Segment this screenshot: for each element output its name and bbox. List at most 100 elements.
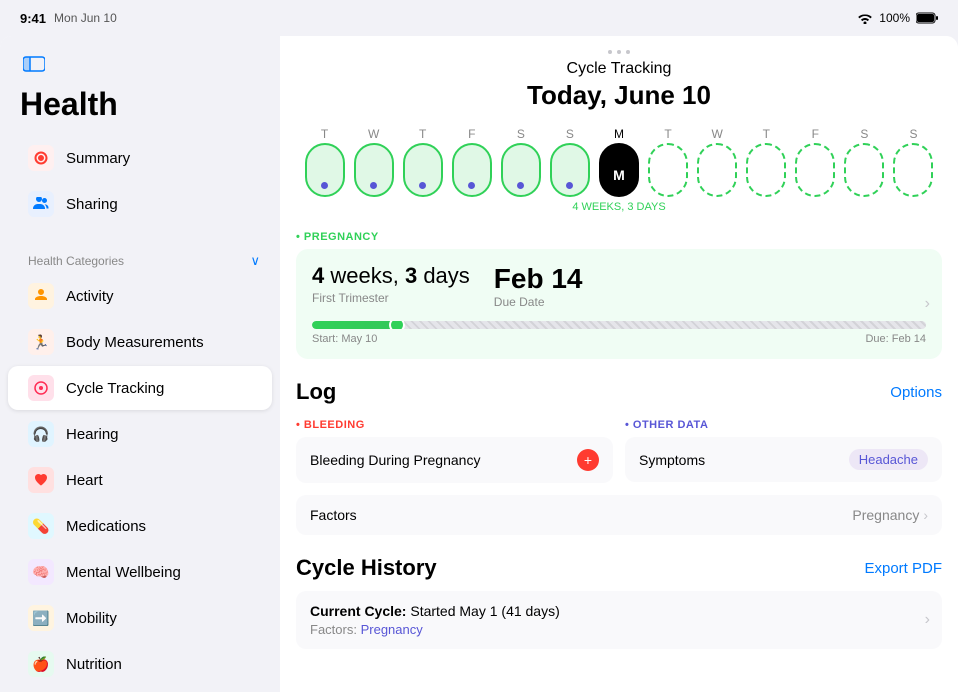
log-options-button[interactable]: Options bbox=[890, 384, 942, 401]
cycle-label: Cycle Tracking bbox=[66, 380, 164, 397]
cal-bubble-11 bbox=[795, 143, 835, 197]
cal-day-6[interactable]: S bbox=[547, 127, 592, 197]
cycle-current-label: Current Cycle: bbox=[310, 603, 406, 619]
cal-day-9[interactable]: W bbox=[695, 127, 740, 197]
progress-bar-fill bbox=[312, 321, 404, 329]
sidebar-item-mobility[interactable]: ➡️ Mobility bbox=[8, 596, 272, 640]
preg-trimester: First Trimester bbox=[312, 291, 470, 305]
cal-day-today[interactable]: M M ▼ bbox=[596, 127, 641, 197]
sidebar-item-mental-wellbeing[interactable]: 🧠 Mental Wellbeing bbox=[8, 550, 272, 594]
bleeding-add-button[interactable]: + bbox=[577, 449, 599, 471]
status-right: 100% bbox=[857, 11, 938, 25]
cal-day-13[interactable]: S bbox=[891, 127, 936, 197]
sidebar-item-summary[interactable]: Summary bbox=[8, 136, 272, 180]
preg-weeks-num: 4 bbox=[312, 263, 324, 288]
battery-level: 100% bbox=[879, 11, 910, 25]
cal-letter-6: S bbox=[566, 127, 574, 141]
mobility-label: Mobility bbox=[66, 610, 117, 627]
cycle-history-item[interactable]: › Current Cycle: Started May 1 (41 days)… bbox=[296, 591, 942, 649]
dot-2 bbox=[617, 50, 621, 54]
cal-dot-2 bbox=[370, 182, 377, 189]
cal-letter-12: S bbox=[860, 127, 868, 141]
preg-top: 4 weeks, 3 days First Trimester Feb 14 D… bbox=[312, 263, 926, 309]
cal-letter-1: T bbox=[321, 127, 328, 141]
cal-day-3[interactable]: T bbox=[400, 127, 445, 197]
body-icon: 🏃 bbox=[28, 329, 54, 355]
cal-bubble-1 bbox=[305, 143, 345, 197]
sidebar-item-cycle-tracking[interactable]: Cycle Tracking bbox=[8, 366, 272, 410]
cal-day-8[interactable]: T bbox=[646, 127, 691, 197]
cycle-factors-label: Factors: bbox=[310, 622, 357, 637]
cal-letter-5: S bbox=[517, 127, 525, 141]
sidebar-item-nutrition[interactable]: 🍎 Nutrition bbox=[8, 642, 272, 686]
cal-letter-8: T bbox=[664, 127, 671, 141]
cycle-factors-value: Pregnancy bbox=[361, 622, 423, 637]
header-dots bbox=[300, 50, 938, 54]
sidebar-toggle-button[interactable] bbox=[20, 50, 48, 78]
mental-icon: 🧠 bbox=[28, 559, 54, 585]
cal-letter-3: T bbox=[419, 127, 426, 141]
pregnancy-tag: • PREGNANCY bbox=[296, 221, 942, 249]
cycle-current-detail: Started May 1 (41 days) bbox=[410, 603, 559, 619]
cal-dot-3 bbox=[419, 182, 426, 189]
cal-bubble-6 bbox=[550, 143, 590, 197]
sidebar-item-hearing[interactable]: 🎧 Hearing bbox=[8, 412, 272, 456]
cal-bubble-4 bbox=[452, 143, 492, 197]
page-title: Cycle Tracking bbox=[300, 60, 938, 78]
cal-day-5[interactable]: S bbox=[498, 127, 543, 197]
sidebar-item-sharing[interactable]: Sharing bbox=[8, 182, 272, 226]
cal-bubble-2 bbox=[354, 143, 394, 197]
symptom-value: Headache bbox=[849, 449, 928, 470]
progress-end: Due: Feb 14 bbox=[865, 333, 926, 345]
factors-row[interactable]: Factors Pregnancy › bbox=[296, 495, 942, 535]
cal-dot-6 bbox=[566, 182, 573, 189]
app-container: Health Summary Sharing Health Categories… bbox=[0, 36, 958, 692]
cal-day-12[interactable]: S bbox=[842, 127, 887, 197]
activity-label: Activity bbox=[66, 288, 114, 305]
cal-bubble-10 bbox=[746, 143, 786, 197]
today-m-label: M bbox=[613, 167, 625, 189]
other-tag: • OTHER DATA bbox=[625, 415, 942, 437]
progress-bar-bg bbox=[312, 321, 926, 329]
content-body: • PREGNANCY › 4 weeks, 3 days First Trim… bbox=[280, 221, 958, 649]
nutrition-label: Nutrition bbox=[66, 656, 122, 673]
cycle-icon bbox=[28, 375, 54, 401]
sidebar: Health Summary Sharing Health Categories… bbox=[0, 36, 280, 692]
sidebar-item-medications[interactable]: 💊 Medications bbox=[8, 504, 272, 548]
sidebar-item-heart[interactable]: Heart bbox=[8, 458, 272, 502]
sidebar-item-respiratory[interactable]: 🫁 Respiratory bbox=[8, 688, 272, 692]
symptoms-item[interactable]: Symptoms Headache bbox=[625, 437, 942, 482]
cal-bubble-12 bbox=[844, 143, 884, 197]
cal-day-2[interactable]: W bbox=[351, 127, 396, 197]
sidebar-item-activity[interactable]: Activity bbox=[8, 274, 272, 318]
sidebar-item-body-measurements[interactable]: 🏃 Body Measurements bbox=[8, 320, 272, 364]
preg-days-num: 3 bbox=[405, 263, 417, 288]
symptoms-item-label: Symptoms bbox=[639, 452, 705, 468]
cal-day-11[interactable]: F bbox=[793, 127, 838, 197]
bleeding-tag: • BLEEDING bbox=[296, 415, 613, 437]
preg-due-label: Due Date bbox=[494, 295, 583, 309]
categories-chevron: ∨ bbox=[250, 253, 260, 269]
cal-dot-4 bbox=[468, 182, 475, 189]
cal-day-4[interactable]: F bbox=[449, 127, 494, 197]
cal-bubble-13 bbox=[893, 143, 933, 197]
cal-day-10[interactable]: T bbox=[744, 127, 789, 197]
log-bleeding-col: • BLEEDING Bleeding During Pregnancy + bbox=[296, 415, 613, 483]
progress-start: Start: May 10 bbox=[312, 333, 377, 345]
cycle-current-text: Current Cycle: Started May 1 (41 days) bbox=[310, 603, 928, 619]
sidebar-top bbox=[0, 36, 280, 86]
dot-3 bbox=[626, 50, 630, 54]
progress-bar-wrap: Start: May 10 Due: Feb 14 bbox=[312, 321, 926, 345]
summary-icon bbox=[28, 145, 54, 171]
factors-label: Factors bbox=[310, 507, 357, 523]
bleeding-item[interactable]: Bleeding During Pregnancy + bbox=[296, 437, 613, 483]
medications-icon: 💊 bbox=[28, 513, 54, 539]
cal-day-1[interactable]: T bbox=[302, 127, 347, 197]
hearing-label: Hearing bbox=[66, 426, 119, 443]
pregnancy-card[interactable]: › 4 weeks, 3 days First Trimester Feb 14… bbox=[296, 249, 942, 359]
status-time: 9:41 bbox=[20, 11, 46, 26]
categories-header: Health Categories ∨ bbox=[0, 239, 280, 273]
date-title: Today, June 10 bbox=[300, 80, 938, 111]
export-pdf-button[interactable]: Export PDF bbox=[864, 560, 942, 577]
sharing-icon bbox=[28, 191, 54, 217]
